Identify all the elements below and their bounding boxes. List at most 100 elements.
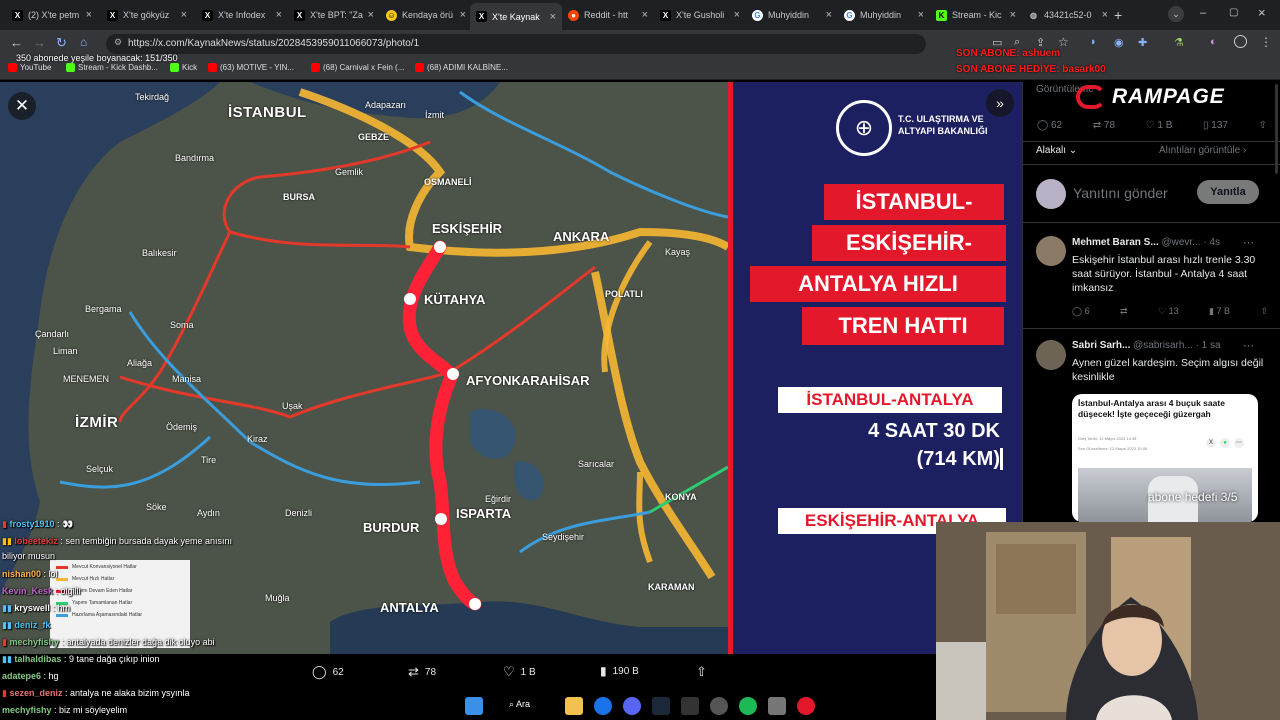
reply-button[interactable]: ◯ 62	[312, 664, 344, 680]
close-tab-icon[interactable]: ×	[1102, 9, 1108, 21]
avatar[interactable]	[1036, 236, 1066, 266]
reply-button[interactable]: Yanıtla	[1197, 180, 1259, 204]
lab-icon[interactable]: ⚗	[1174, 36, 1184, 49]
forward-icon[interactable]: →	[33, 35, 46, 50]
browser-tab[interactable]: X (2) X'te petm ×	[6, 4, 98, 26]
last-sub-text: SON ABONE: ashuem	[956, 48, 1061, 59]
bookmark-youtube-video[interactable]: (63) MOTIVE - YIN...	[208, 63, 294, 72]
address-bar[interactable]: ⚙ https://x.com/KaynakNews/status/202845…	[106, 34, 926, 54]
bookmark-youtube[interactable]: YouTube	[8, 63, 51, 72]
scrollbar[interactable]	[1275, 84, 1278, 174]
close-viewer-button[interactable]: ✕	[8, 92, 36, 120]
like-button[interactable]: ♡ 1 B	[503, 664, 536, 680]
profile-icon[interactable]	[1234, 35, 1247, 48]
tab-bar: X (2) X'te petm × X X'te gökyüz × X X'te Info…	[0, 0, 1280, 30]
close-tab-icon[interactable]: ×	[642, 9, 648, 21]
views-button[interactable]: ▮ 7 B	[1209, 306, 1230, 317]
minimize-icon[interactable]: –	[1200, 7, 1206, 19]
settings-icon[interactable]	[710, 697, 728, 715]
file-explorer-icon[interactable]	[565, 697, 583, 715]
close-tab-icon[interactable]: ×	[1010, 9, 1016, 21]
bookmark-star-icon[interactable]: ☆	[1058, 35, 1069, 49]
browser-tab[interactable]: K Stream - Kic ×	[930, 4, 1022, 26]
city-label: KONYA	[665, 492, 697, 502]
bookmark-kick[interactable]: Kick	[170, 63, 197, 72]
bookmark-youtube-video[interactable]: (68) Carnival x Fein (...	[311, 63, 404, 72]
browser-tab[interactable]: ◍ 43421c52-0 ×	[1022, 4, 1114, 26]
epic-games-icon[interactable]	[681, 697, 699, 715]
more-icon[interactable]: ⋯	[1243, 236, 1254, 249]
views-button[interactable]: ▮ 190 B	[600, 664, 639, 678]
share-button[interactable]: ⇧	[696, 664, 707, 680]
browser-tab[interactable]: G Muhyiddin ×	[838, 4, 930, 26]
photo-viewer: İSTANBUL İZMİR ESKİŞEHİR KÜTAHYA AFYONKA…	[0, 82, 1022, 654]
extensions-puzzle-icon[interactable]: ✚	[1138, 36, 1147, 49]
browser-tab[interactable]: G Muhyiddin ×	[746, 4, 838, 26]
browser-tab[interactable]: ● Reddit - htt ×	[562, 4, 654, 26]
menu-icon[interactable]: ⋮	[1260, 35, 1272, 49]
chat-message: ▮▮ lobeetekiz : sen tembiğin bursada day…	[2, 536, 233, 546]
like-count-button[interactable]: ♡ 1 B	[1146, 120, 1173, 131]
close-tab-icon[interactable]: ×	[826, 9, 832, 21]
ministry-name-line1: T.C. ULAŞTIRMA VE	[898, 114, 984, 124]
repost-button[interactable]: ⇄ 78	[408, 664, 436, 680]
browser-tab[interactable]: ☺ Kendaya örü ×	[380, 4, 472, 26]
close-tab-icon[interactable]: ×	[276, 9, 282, 21]
close-tab-icon[interactable]: ×	[368, 9, 374, 21]
extension-icon[interactable]: ◗	[1090, 36, 1097, 48]
browser-tab[interactable]: X X'te gökyüz ×	[101, 4, 193, 26]
reply-button[interactable]: ◯ 6	[1072, 306, 1090, 317]
steam-icon[interactable]	[652, 697, 670, 715]
discord-icon[interactable]	[623, 697, 641, 715]
more-icon[interactable]: ⋯	[1243, 339, 1254, 352]
close-tab-icon[interactable]: ×	[86, 9, 92, 21]
extension-icon[interactable]: ◐	[1210, 36, 1217, 48]
like-button[interactable]: ♡ 13	[1158, 306, 1179, 317]
reply-icon: ◯	[312, 664, 327, 679]
extension-icon[interactable]: ◉	[1114, 36, 1124, 49]
close-tab-icon[interactable]: ×	[918, 9, 924, 21]
avatar[interactable]	[1036, 340, 1066, 370]
sort-dropdown[interactable]: Alakalı ⌄	[1036, 145, 1077, 156]
x-icon: X	[12, 9, 23, 21]
author-name[interactable]: Sabri Sarh...	[1072, 340, 1130, 351]
bookmark-kick-dashboard[interactable]: Stream - Kick Dashb...	[66, 63, 158, 72]
site-info-icon[interactable]: ⚙	[114, 37, 122, 48]
repost-count-button[interactable]: ⇄ 78	[1093, 120, 1115, 131]
new-tab-icon[interactable]: +	[1114, 7, 1122, 23]
close-tab-icon[interactable]: ×	[460, 9, 466, 21]
tab-search-icon[interactable]: ⌄	[1168, 6, 1184, 22]
bookmark-youtube-video[interactable]: (68) ADIMI KALBİNE...	[415, 63, 508, 72]
repost-button[interactable]: ⇄	[1120, 306, 1128, 317]
city-label: OSMANELİ	[424, 177, 472, 187]
browser-tab-active[interactable]: X X'te Kaynak ×	[470, 3, 562, 30]
browser-tab[interactable]: X X'te Gusholi ×	[654, 4, 746, 26]
card-meta: Giriş Tarihi: 12 Mayıs 2023 14:36	[1078, 436, 1137, 441]
reply-input[interactable]: Yanıtını gönder	[1073, 185, 1168, 201]
spotify-icon[interactable]	[739, 697, 757, 715]
start-icon[interactable]	[465, 697, 483, 715]
share-icon[interactable]: ⇧	[1259, 120, 1267, 131]
tweet-stats-row: ◯ 62 ⇄ 78 ♡ 1 B ▯ 137 ⇧	[1037, 120, 1267, 131]
next-panel-button[interactable]: »	[986, 89, 1014, 117]
bookmark-count-button[interactable]: ▯ 137	[1203, 120, 1228, 131]
browser-tab[interactable]: X X'te BPT: "Za ×	[288, 4, 380, 26]
reload-icon[interactable]: ↻	[56, 35, 67, 51]
tweet-actions: ◯ 6 ⇄ ♡ 13 ▮ 7 B ⇧	[1072, 306, 1268, 317]
back-icon[interactable]: ←	[10, 35, 23, 50]
reply-count-button[interactable]: ◯ 62	[1037, 120, 1062, 131]
close-tab-icon[interactable]: ×	[734, 9, 740, 21]
browser-tab[interactable]: X X'te Infodex ×	[196, 4, 288, 26]
taskbar-search[interactable]: ⌕ Ara	[509, 699, 530, 710]
maximize-icon[interactable]: ▢	[1229, 7, 1238, 18]
share-icon[interactable]: ⇧	[1260, 306, 1268, 317]
home-icon[interactable]: ⌂	[80, 35, 87, 49]
author-name[interactable]: Mehmet Baran S...	[1072, 237, 1159, 248]
window-close-icon[interactable]: ×	[1258, 5, 1266, 20]
chrome-icon[interactable]	[594, 697, 612, 715]
close-tab-icon[interactable]: ×	[181, 9, 187, 21]
gear-icon[interactable]	[768, 697, 786, 715]
view-quotes-link[interactable]: Alıntıları görüntüle ›	[1159, 145, 1246, 156]
close-tab-icon[interactable]: ×	[550, 11, 556, 23]
obs-icon[interactable]	[797, 697, 815, 715]
